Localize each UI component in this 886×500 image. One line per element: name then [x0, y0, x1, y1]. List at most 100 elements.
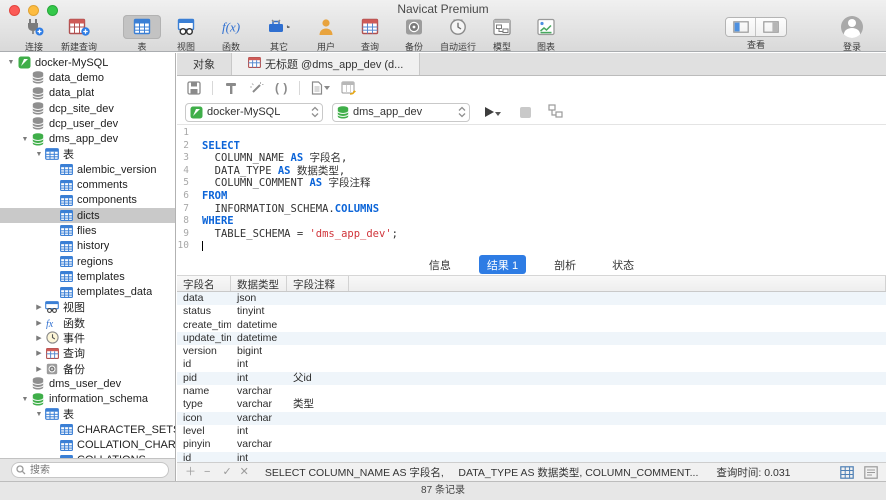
tree-expand-arrow-icon[interactable]: ▶ — [34, 334, 44, 342]
grid-row[interactable]: create_timedatetime — [177, 319, 886, 332]
tree-item[interactable]: COLLATION_CHARAC... — [0, 437, 175, 452]
document-tab-2[interactable]: 无标题 @dms_app_dev (d... — [232, 53, 420, 75]
column-header[interactable]: 字段注释 — [287, 276, 349, 291]
login-button[interactable]: 登录 — [833, 15, 871, 53]
grid-cell[interactable] — [287, 345, 349, 358]
delete-record-button[interactable]: − — [204, 467, 210, 478]
code-snippet-button[interactable]: ( ) — [275, 81, 288, 95]
grid-row[interactable]: idint — [177, 358, 886, 371]
tree-item[interactable]: ▼表 — [0, 407, 175, 422]
sql-editor[interactable]: 12SELECT3 COLUMN_NAME AS 字段名,4 DATA_TYPE… — [177, 125, 886, 254]
grid-cell[interactable] — [287, 425, 349, 438]
grid-row[interactable]: update_timedatetime — [177, 332, 886, 345]
tree-item[interactable]: ▶事件 — [0, 330, 175, 345]
tree-expand-arrow-icon[interactable]: ▶ — [34, 303, 44, 311]
grid-cell[interactable]: type — [177, 398, 231, 411]
tree-item[interactable]: regions — [0, 254, 175, 269]
tree-item[interactable]: data_plat — [0, 86, 175, 101]
toggle-left-pane-button[interactable] — [726, 18, 756, 36]
apply-changes-button[interactable]: ✓ — [222, 467, 231, 478]
grid-cell[interactable]: datetime — [231, 332, 287, 345]
grid-cell[interactable] — [287, 385, 349, 398]
grid-cell[interactable]: varchar — [231, 412, 287, 425]
grid-cell[interactable]: icon — [177, 412, 231, 425]
grid-cell[interactable] — [287, 319, 349, 332]
grid-cell[interactable]: id — [177, 452, 231, 462]
grid-cell[interactable]: update_time — [177, 332, 231, 345]
grid-cell[interactable]: int — [231, 425, 287, 438]
grid-cell[interactable]: pinyin — [177, 438, 231, 451]
discard-changes-button[interactable]: ✕ — [240, 467, 249, 478]
grid-row[interactable]: pinyinvarchar — [177, 438, 886, 451]
tree-item[interactable]: dicts — [0, 208, 175, 223]
toolbar-button-9[interactable]: 备份 — [395, 15, 433, 53]
tree-item[interactable]: alembic_version — [0, 162, 175, 177]
grid-row[interactable]: pidint父id — [177, 372, 886, 385]
database-select[interactable]: dms_app_dev — [332, 103, 470, 122]
grid-cell[interactable]: 父id — [287, 372, 349, 385]
grid-cell[interactable] — [287, 305, 349, 318]
tree-item[interactable]: data_demo — [0, 70, 175, 85]
tree-expand-arrow-icon[interactable]: ▶ — [34, 349, 44, 357]
run-query-button[interactable] — [485, 107, 501, 117]
form-view-icon[interactable] — [864, 466, 878, 479]
grid-row[interactable]: versionbigint — [177, 345, 886, 358]
tree-item[interactable]: ▼表 — [0, 147, 175, 162]
grid-cell[interactable]: create_time — [177, 319, 231, 332]
tree-expand-arrow-icon[interactable]: ▼ — [34, 411, 44, 418]
grid-cell[interactable]: 类型 — [287, 398, 349, 411]
grid-view-icon[interactable] — [840, 466, 854, 479]
grid-cell[interactable]: pid — [177, 372, 231, 385]
result-tab-2[interactable]: 结果 1 — [479, 255, 526, 274]
grid-cell[interactable]: json — [231, 292, 287, 305]
beautify-sql-button[interactable] — [249, 81, 264, 95]
toolbar-button-5[interactable]: f(x)函数 — [211, 15, 251, 53]
grid-cell[interactable] — [287, 292, 349, 305]
grid-cell[interactable]: bigint — [231, 345, 287, 358]
tree-item[interactable]: flies — [0, 223, 175, 238]
result-tab-3[interactable]: 剖析 — [546, 255, 584, 274]
grid-cell[interactable]: tinyint — [231, 305, 287, 318]
grid-cell[interactable]: version — [177, 345, 231, 358]
tree-item[interactable]: dcp_user_dev — [0, 116, 175, 131]
connection-select[interactable]: docker-MySQL — [185, 103, 323, 122]
grid-cell[interactable]: varchar — [231, 438, 287, 451]
tree-expand-arrow-icon[interactable]: ▼ — [20, 136, 30, 143]
grid-cell[interactable]: name — [177, 385, 231, 398]
toolbar-button-12[interactable]: 图表 — [527, 15, 565, 53]
grid-cell[interactable] — [287, 412, 349, 425]
grid-row[interactable]: datajson — [177, 292, 886, 305]
grid-cell[interactable] — [287, 332, 349, 345]
toolbar-button-3[interactable]: 表 — [123, 15, 161, 53]
toggle-right-pane-button[interactable] — [756, 18, 786, 36]
tree-item[interactable]: comments — [0, 177, 175, 192]
explain-plan-button[interactable] — [548, 104, 563, 121]
tree-expand-arrow-icon[interactable]: ▼ — [20, 396, 30, 403]
grid-cell[interactable] — [287, 438, 349, 451]
document-tab-1[interactable]: 对象 — [177, 53, 232, 75]
tree-item[interactable]: ▼docker-MySQL — [0, 55, 175, 70]
grid-cell[interactable] — [287, 452, 349, 462]
toolbar-button-6[interactable]: 其它 — [257, 15, 301, 53]
tree-item[interactable]: ▼information_schema — [0, 392, 175, 407]
search-input[interactable] — [11, 462, 169, 478]
toolbar-button-8[interactable]: 查询 — [351, 15, 389, 53]
result-tab-4[interactable]: 状态 — [604, 255, 642, 274]
tree-item[interactable]: ▶备份 — [0, 361, 175, 376]
grid-cell[interactable] — [287, 358, 349, 371]
tree-item[interactable]: templates — [0, 269, 175, 284]
column-header[interactable]: 数据类型 — [231, 276, 287, 291]
toolbar-button-10[interactable]: 自动运行 — [439, 15, 477, 53]
grid-row[interactable]: namevarchar — [177, 385, 886, 398]
grid-cell[interactable]: varchar — [231, 398, 287, 411]
grid-cell[interactable]: datetime — [231, 319, 287, 332]
tree-item[interactable]: ▶fx函数 — [0, 315, 175, 330]
grid-cell[interactable]: int — [231, 452, 287, 462]
tree-expand-arrow-icon[interactable]: ▶ — [34, 319, 44, 327]
tree-item[interactable]: history — [0, 239, 175, 254]
add-record-button[interactable]: ＋ — [185, 467, 196, 478]
grid-row[interactable]: idint — [177, 452, 886, 462]
tree-expand-arrow-icon[interactable]: ▼ — [34, 151, 44, 158]
tree-item[interactable]: ▶查询 — [0, 346, 175, 361]
grid-cell[interactable]: id — [177, 358, 231, 371]
